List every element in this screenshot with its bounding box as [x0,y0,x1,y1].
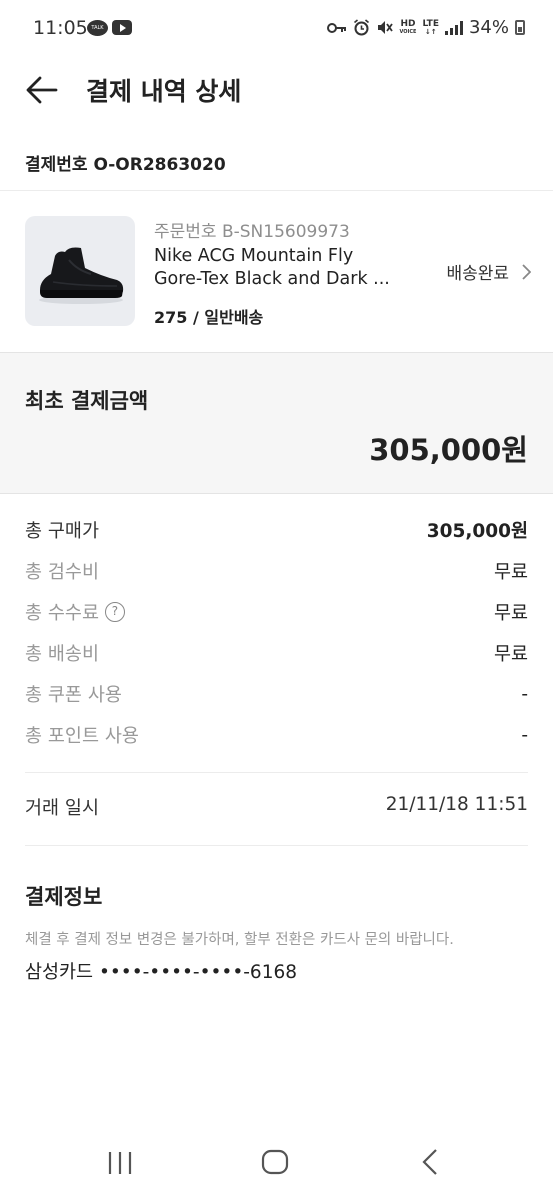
product-name-line1: Nike ACG Mountain Fly [154,246,354,266]
alarm-icon [354,19,370,36]
breakdown-label: 총 수수료 [25,603,99,624]
status-bar: 11:05 TALK HD VOICE LTE ↓↑ 34% [0,0,553,58]
key-icon [327,22,347,33]
breakdown-label: 총 구매가 [25,521,99,542]
product-name-line2: Gore-Tex Black and Dark ... [154,269,390,289]
app-header: 결제 내역 상세 [0,58,553,120]
sub-order-number: 주문번호 B-SN15609973 [154,222,350,242]
mute-icon [378,21,394,34]
home-icon [261,1149,289,1175]
option-separator: / [187,308,205,327]
youtube-icon [112,20,132,35]
kakaotalk-icon: TALK [87,20,108,36]
breakdown-value: 무료 [493,562,528,583]
initial-amount-section: 최초 결제금액 305,000원 [0,352,553,494]
divider [25,845,528,846]
payment-info-title: 결제정보 [25,885,103,909]
status-time: 11:05 [33,17,88,39]
breakdown-value: 무료 [493,603,528,624]
breakdown-label: 총 쿠폰 사용 [25,685,122,706]
sneaker-icon [39,247,124,304]
system-nav-bar [0,1130,553,1200]
product-card[interactable]: 주문번호 B-SN15609973 Nike ACG Mountain Fly … [0,191,553,351]
initial-amount-value: 305,000원 [369,433,528,467]
payment-card: 삼성카드 ••••-••••-••••-6168 [25,962,298,983]
breakdown-label: 총 배송비 [25,644,99,665]
notification-icons: TALK [87,20,132,36]
breakdown-label-wrap: 총 수수료 ? [25,599,125,625]
back-button[interactable] [22,72,62,108]
trade-datetime-row: 거래 일시 21/11/18 11:51 [25,794,528,820]
breakdown-row: 총 검수비 무료 [25,556,528,586]
arrow-left-icon [26,76,58,104]
breakdown-value: 무료 [493,644,528,665]
recent-apps-button[interactable] [100,1144,140,1180]
breakdown-label: 총 포인트 사용 [25,726,139,747]
breakdown-row: 총 수수료 ? 무료 [25,597,528,627]
system-icons: HD VOICE LTE ↓↑ 34% [327,17,525,38]
hd-voice-indicator: HD VOICE [399,19,417,36]
back-icon [422,1149,437,1175]
shipping-status-link[interactable]: 배송완료 [446,259,531,284]
product-image [25,216,135,326]
breakdown-row: 총 구매가 305,000원 [25,515,528,545]
product-option: 275 / 일반배송 [154,304,263,328]
divider [25,772,528,773]
page-title: 결제 내역 상세 [86,77,242,106]
breakdown-row: 총 쿠폰 사용 - [25,679,528,709]
payment-number: 결제번호 O-OR2863020 [25,155,226,175]
system-back-button[interactable] [412,1144,452,1180]
question-circle-icon[interactable]: ? [104,602,125,622]
home-button[interactable] [255,1144,295,1180]
breakdown-value: 305,000원 [426,521,528,542]
breakdown-label: 총 검수비 [25,562,99,583]
breakdown-row: 총 배송비 무료 [25,638,528,668]
shipping-type: 일반배송 [204,308,264,327]
initial-amount-label: 최초 결제금액 [25,389,149,413]
recent-apps-icon [108,1152,132,1174]
trade-datetime-value: 21/11/18 11:51 [385,794,528,815]
breakdown-row: 총 포인트 사용 - [25,720,528,750]
product-name: Nike ACG Mountain Fly Gore-Tex Black and… [154,245,414,291]
trade-datetime-label: 거래 일시 [25,798,99,819]
breakdown-value: - [521,683,528,705]
breakdown-value: - [521,724,528,746]
signal-icon [444,20,463,35]
battery-icon [515,20,525,35]
payment-info-note: 체결 후 결제 정보 변경은 불가하며, 할부 전환은 카드사 문의 바랍니다. [25,932,454,948]
shipping-status: 배송완료 [446,264,509,284]
lte-indicator: LTE ↓↑ [422,18,439,36]
battery-percent: 34% [468,17,509,38]
chevron-right-icon [522,263,531,280]
product-size: 275 [154,308,188,327]
